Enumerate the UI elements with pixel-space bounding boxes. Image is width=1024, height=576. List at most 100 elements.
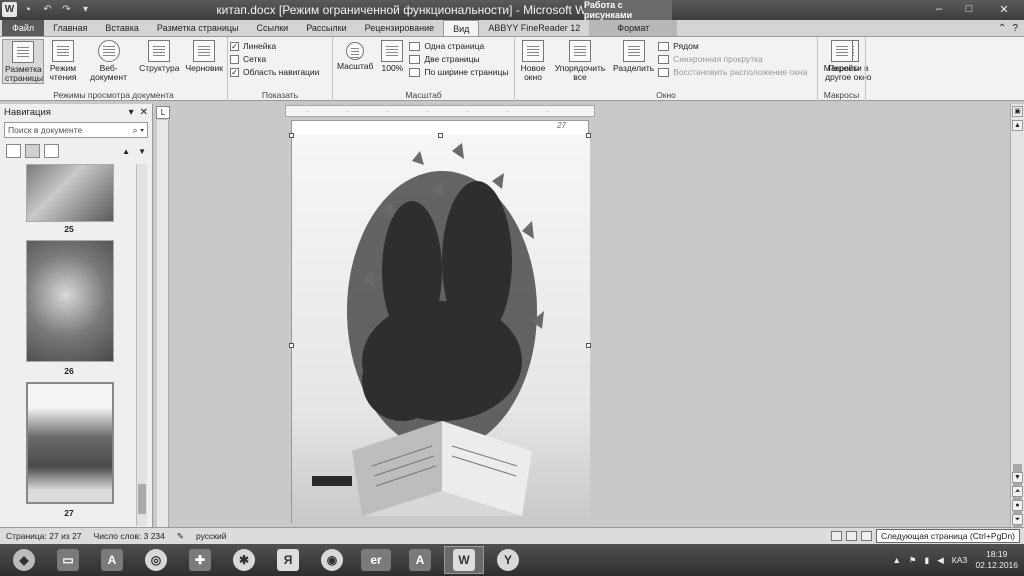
one-page-button[interactable]: Одна страница	[409, 41, 508, 51]
draft-button[interactable]: Черновик	[183, 39, 225, 84]
resize-handle[interactable]	[289, 133, 294, 138]
clock[interactable]: 18:19 02.12.2016	[975, 549, 1018, 571]
nav-close-icon[interactable]: ✕	[140, 107, 148, 118]
ruler-checkbox[interactable]: ✓ Линейка	[230, 41, 330, 51]
headings-view-icon[interactable]	[6, 144, 21, 158]
book-butterflies-image[interactable]	[292, 121, 590, 524]
vertical-ruler[interactable]	[157, 120, 169, 527]
taskbar-chrome-icon[interactable]: ◉	[312, 546, 352, 574]
search-icon[interactable]: ⌕ ▾	[133, 125, 144, 136]
group-document-views: Разметка страницы Режим чтения Веб-докум…	[0, 37, 228, 101]
tray-expand-icon[interactable]: ▲	[893, 555, 901, 565]
tab-home[interactable]: Главная	[44, 20, 96, 36]
results-view-icon[interactable]	[44, 144, 59, 158]
grid-checkbox[interactable]: Сетка	[230, 54, 330, 64]
zoom-100-button[interactable]: 100%	[379, 39, 405, 77]
nav-options-icon[interactable]: ▾	[129, 107, 134, 118]
help-icon[interactable]: ?	[1012, 23, 1018, 34]
taskbar-abbyy-icon[interactable]: A	[400, 546, 440, 574]
web-layout-button[interactable]: Веб-документ	[82, 39, 135, 84]
ruler-toggle-icon[interactable]: ▣	[1012, 106, 1023, 117]
tab-file[interactable]: Файл	[2, 20, 45, 36]
resize-handle[interactable]	[586, 343, 591, 348]
tab-page-layout[interactable]: Разметка страницы	[148, 20, 248, 36]
reset-window-position-button[interactable]: Восстановить расположение окна	[658, 67, 807, 77]
read-mode-button[interactable]: Режим чтения	[46, 39, 80, 84]
status-language[interactable]: русский	[190, 531, 233, 541]
view-web-icon[interactable]	[860, 531, 872, 541]
document-scrollbar[interactable]: ▣ ▲ ▼ ⏶ ● ⏷	[1010, 104, 1024, 564]
resize-handle[interactable]	[289, 343, 294, 348]
new-window-button[interactable]: Новое окно	[517, 39, 549, 82]
taskbar-er-icon[interactable]: er	[356, 546, 396, 574]
taskbar-yandex-browser-icon[interactable]: Y	[488, 546, 528, 574]
taskbar: ◆ ▭ A ◎ ✚ ✱ Я ◉ er A W Y ▲ ⚑ ▮ ◀ КАЗ 18:…	[0, 544, 1024, 576]
tray-network-icon[interactable]: ▮	[925, 555, 930, 566]
tab-view[interactable]: Вид	[443, 20, 480, 36]
system-tray: ▲ ⚑ ▮ ◀ КАЗ 18:19 02.12.2016	[893, 549, 1024, 571]
page-thumbnail-current[interactable]	[26, 382, 114, 504]
taskbar-yandex-icon[interactable]: Я	[268, 546, 308, 574]
previous-arrow-icon[interactable]: ▲	[122, 147, 130, 156]
tab-format[interactable]: Формат	[589, 20, 678, 36]
horizontal-ruler[interactable]: · · · · · · ·	[285, 105, 595, 117]
browse-object-icon[interactable]: ●	[1012, 500, 1023, 511]
tab-mailings[interactable]: Рассылки	[297, 20, 355, 36]
tray-flag-icon[interactable]: ⚑	[909, 555, 917, 566]
next-arrow-icon[interactable]: ▼	[138, 147, 146, 156]
tab-review[interactable]: Рецензирование	[356, 20, 444, 36]
two-pages-button[interactable]: Две страницы	[409, 54, 508, 64]
start-apple-icon[interactable]: ◆	[4, 546, 44, 574]
arrange-all-button[interactable]: Упорядочить все	[551, 39, 609, 82]
taskbar-media-icon[interactable]: ✱	[224, 546, 264, 574]
nav-scrollbar[interactable]	[136, 164, 147, 526]
tab-selector[interactable]: L	[156, 106, 170, 119]
page-width-button[interactable]: По ширине страницы	[409, 67, 508, 77]
tray-language[interactable]: КАЗ	[952, 555, 968, 565]
taskbar-a-icon[interactable]: A	[92, 546, 132, 574]
minimize-icon[interactable]: –	[924, 0, 954, 18]
nav-scroll-thumb[interactable]	[138, 484, 146, 514]
maximize-icon[interactable]: □	[954, 0, 984, 18]
macros-icon	[830, 40, 853, 62]
outline-button[interactable]: Структура	[137, 39, 181, 84]
taskbar-browser-icon[interactable]: ◎	[136, 546, 176, 574]
scroll-down-icon[interactable]: ▼	[1012, 472, 1023, 483]
macros-button[interactable]: Макросы	[820, 39, 863, 73]
taskbar-tool-icon[interactable]: ✚	[180, 546, 220, 574]
side-by-side-icon	[658, 41, 670, 51]
taskbar-explorer-icon[interactable]: ▭	[48, 546, 88, 574]
reset-position-icon	[658, 67, 670, 77]
zoom-button[interactable]: Масштаб	[335, 39, 375, 77]
side-by-side-button[interactable]: Рядом	[658, 41, 807, 51]
next-page-icon[interactable]: ⏷	[1012, 514, 1023, 525]
tab-abbyy[interactable]: ABBYY FineReader 12	[479, 20, 589, 36]
tray-volume-icon[interactable]: ◀	[937, 555, 944, 566]
nav-search-input[interactable]: Поиск в документе ⌕ ▾	[4, 122, 148, 138]
view-read-icon[interactable]	[845, 531, 857, 541]
document-page[interactable]: 27	[289, 120, 591, 524]
tab-insert[interactable]: Вставка	[96, 20, 147, 36]
resize-handle[interactable]	[586, 133, 591, 138]
split-button[interactable]: Разделить	[611, 39, 656, 82]
status-words[interactable]: Число слов: 3 234	[88, 531, 171, 541]
collapse-ribbon-icon[interactable]: ⌃	[998, 23, 1006, 34]
page-thumbnail[interactable]	[26, 164, 114, 222]
navpane-checkbox[interactable]: ✓ Область навигации	[230, 67, 330, 77]
proofing-icon[interactable]: ✎	[171, 531, 190, 542]
scroll-up-icon[interactable]: ▲	[1012, 120, 1023, 131]
print-layout-icon	[12, 41, 34, 63]
view-print-icon[interactable]	[830, 531, 842, 541]
pages-view-icon[interactable]	[25, 144, 40, 158]
page-thumbnail[interactable]	[26, 240, 114, 362]
page-number: 26	[64, 366, 74, 376]
sync-scroll-button[interactable]: Синхронная прокрутка	[658, 54, 807, 64]
previous-page-icon[interactable]: ⏶	[1012, 486, 1023, 497]
tab-references[interactable]: Ссылки	[248, 20, 298, 36]
close-icon[interactable]: ✕	[984, 0, 1024, 18]
print-layout-button[interactable]: Разметка страницы	[2, 39, 44, 84]
status-page[interactable]: Страница: 27 из 27	[0, 531, 88, 541]
one-page-label: Одна страница	[424, 41, 485, 51]
taskbar-word-icon[interactable]: W	[444, 546, 484, 574]
resize-handle[interactable]	[438, 133, 443, 138]
